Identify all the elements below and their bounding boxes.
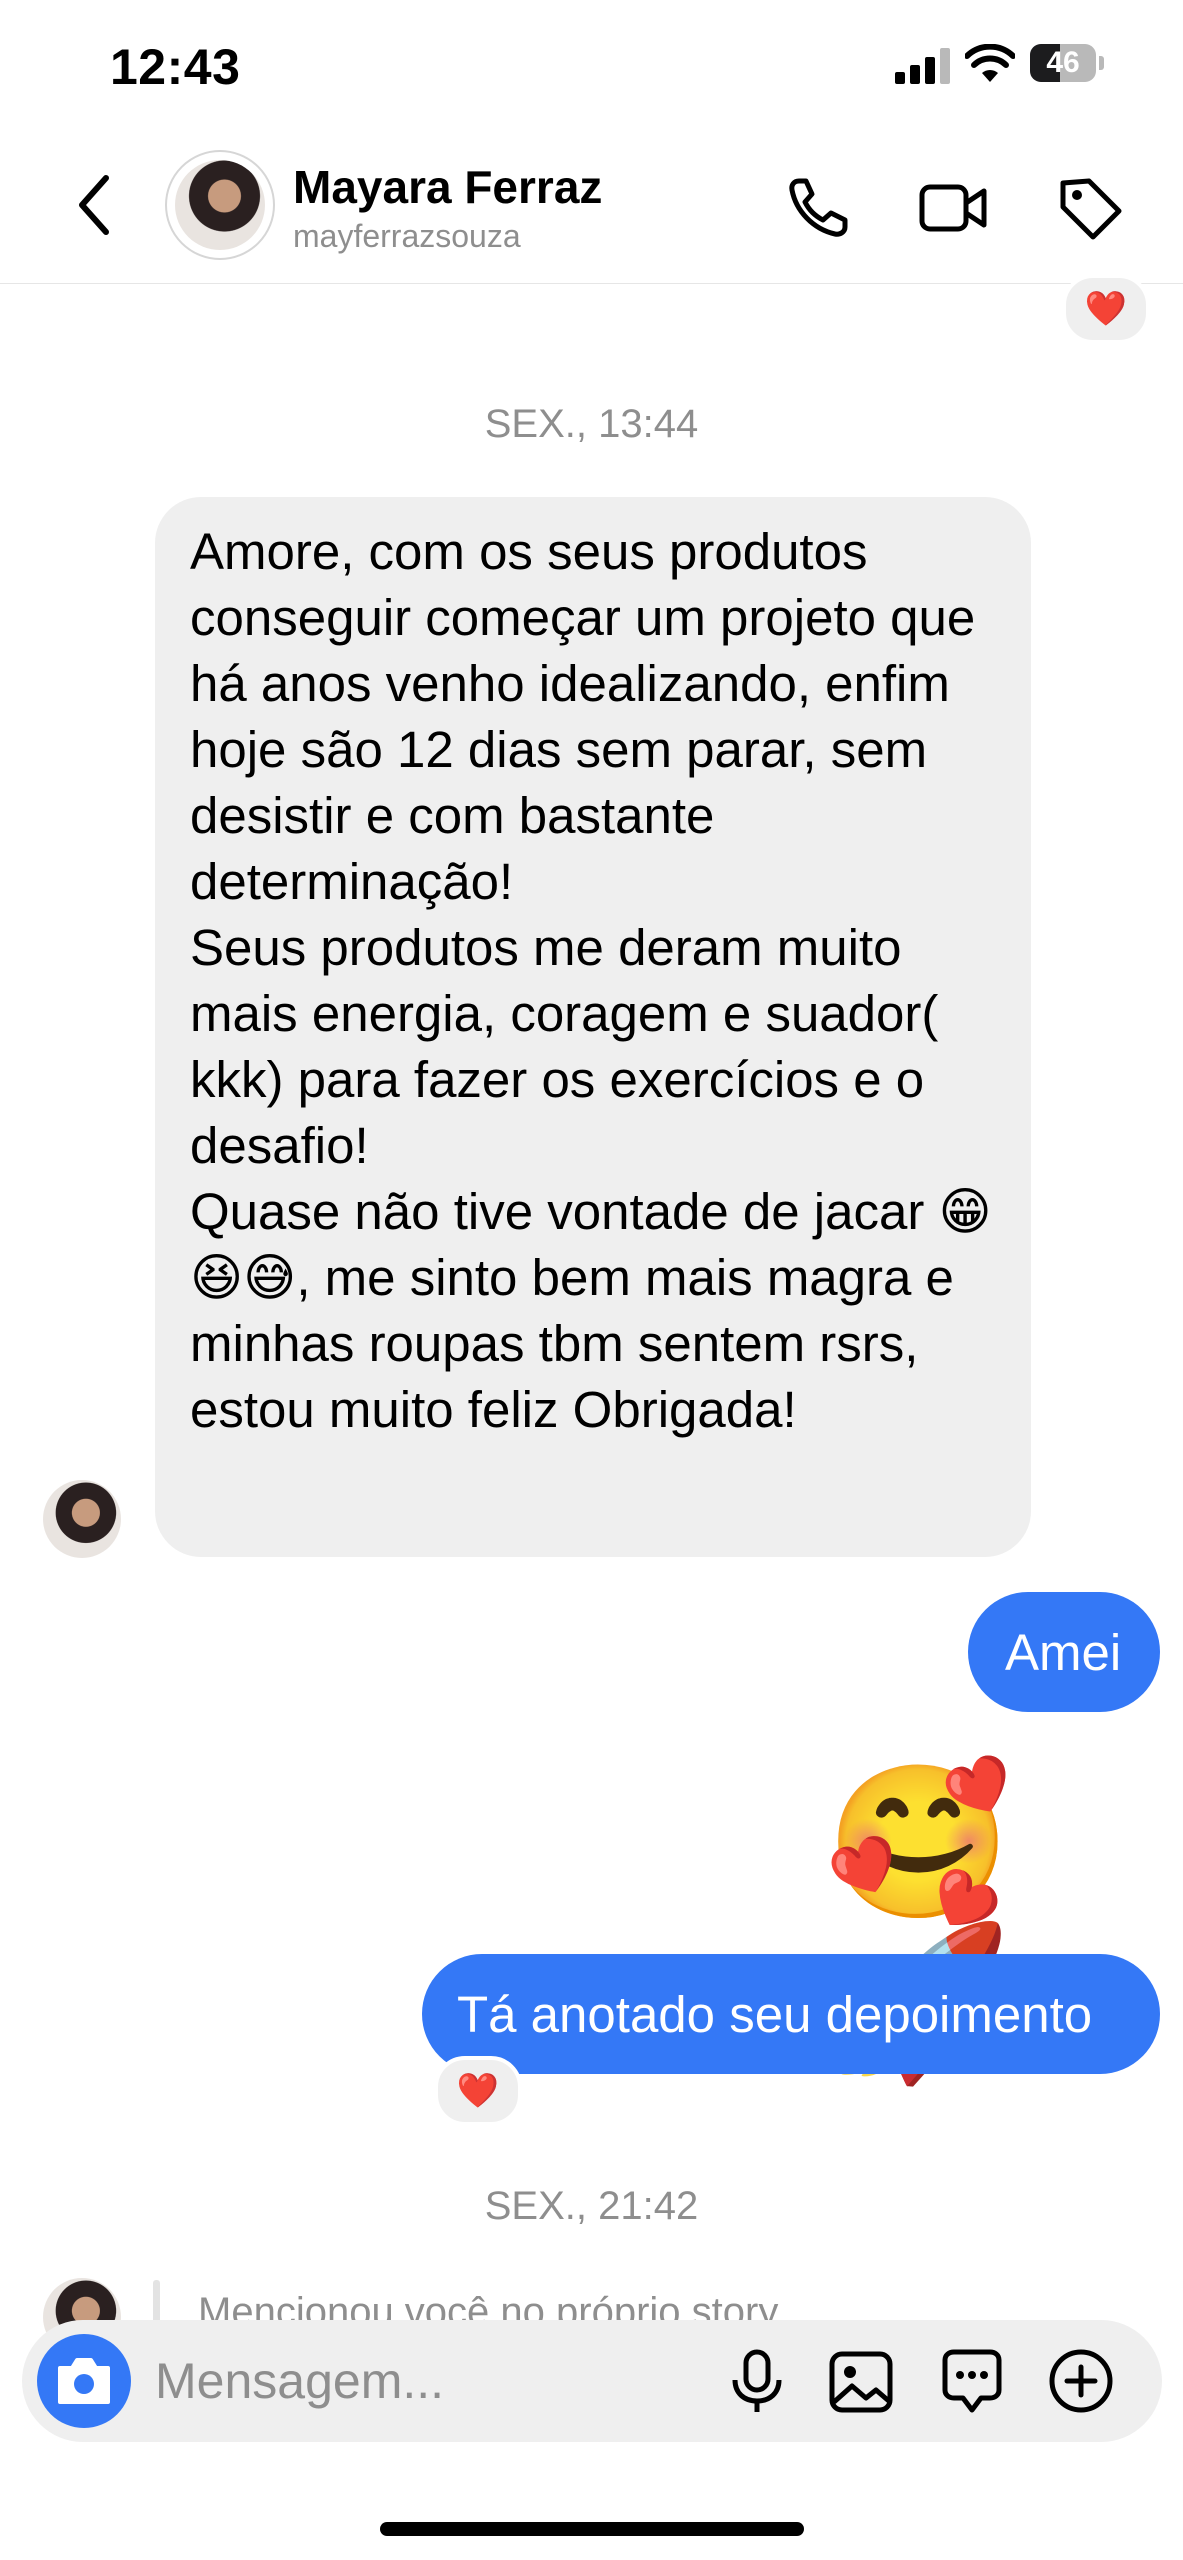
video-camera-icon[interactable] (918, 175, 988, 241)
camera-icon (58, 2358, 110, 2404)
incoming-message[interactable]: Amore, com os seus produtos conseguir co… (155, 497, 1031, 1557)
contact-handle[interactable]: mayferrazsouza (293, 218, 521, 255)
contact-name[interactable]: Mayara Ferraz (293, 160, 602, 214)
status-time: 12:43 (110, 39, 241, 95)
microphone-icon[interactable] (722, 2346, 792, 2416)
battery-level: 46 (1046, 46, 1080, 79)
message-paragraph: Amore, com os seus produtos conseguir co… (190, 523, 976, 910)
message-text: Tá anotado seu depoimento (457, 1985, 1093, 2043)
battery-indicator: 46 (1030, 44, 1104, 84)
tag-icon[interactable] (1055, 175, 1125, 241)
contact-avatar[interactable] (165, 150, 275, 260)
timestamp: SEX., 21:42 (484, 2184, 699, 2228)
cellular-signal-icon (895, 48, 950, 84)
phone-icon[interactable] (785, 175, 855, 241)
sender-avatar[interactable] (43, 1480, 121, 1558)
header-divider (0, 283, 1183, 284)
image-icon[interactable] (826, 2346, 896, 2416)
message-paragraph: Seus produtos me deram muito mais energi… (190, 919, 939, 1174)
outgoing-message[interactable]: Tá anotado seu depoimento (422, 1954, 1160, 2074)
sticker-icon[interactable] (937, 2346, 1007, 2416)
plus-circle-icon[interactable] (1046, 2346, 1116, 2416)
home-indicator[interactable] (380, 2522, 804, 2536)
message-text: Amei (1005, 1623, 1122, 1681)
message-input[interactable] (155, 2344, 675, 2418)
outgoing-message[interactable]: Amei (968, 1592, 1160, 1712)
message-reaction[interactable]: ❤️ (1062, 274, 1150, 344)
wifi-icon (965, 44, 1015, 82)
timestamp: SEX., 13:44 (484, 402, 699, 446)
camera-button[interactable] (37, 2334, 131, 2428)
chevron-left-icon[interactable] (70, 170, 120, 240)
heart-reaction-icon: ❤️ (456, 2072, 500, 2110)
message-paragraph: Quase não tive vontade de jacar 😁😆😅, me … (190, 1183, 992, 1438)
heart-reaction-icon: ❤️ (1084, 290, 1128, 328)
message-reaction[interactable]: ❤️ (434, 2056, 522, 2126)
avatar-image (175, 160, 265, 250)
